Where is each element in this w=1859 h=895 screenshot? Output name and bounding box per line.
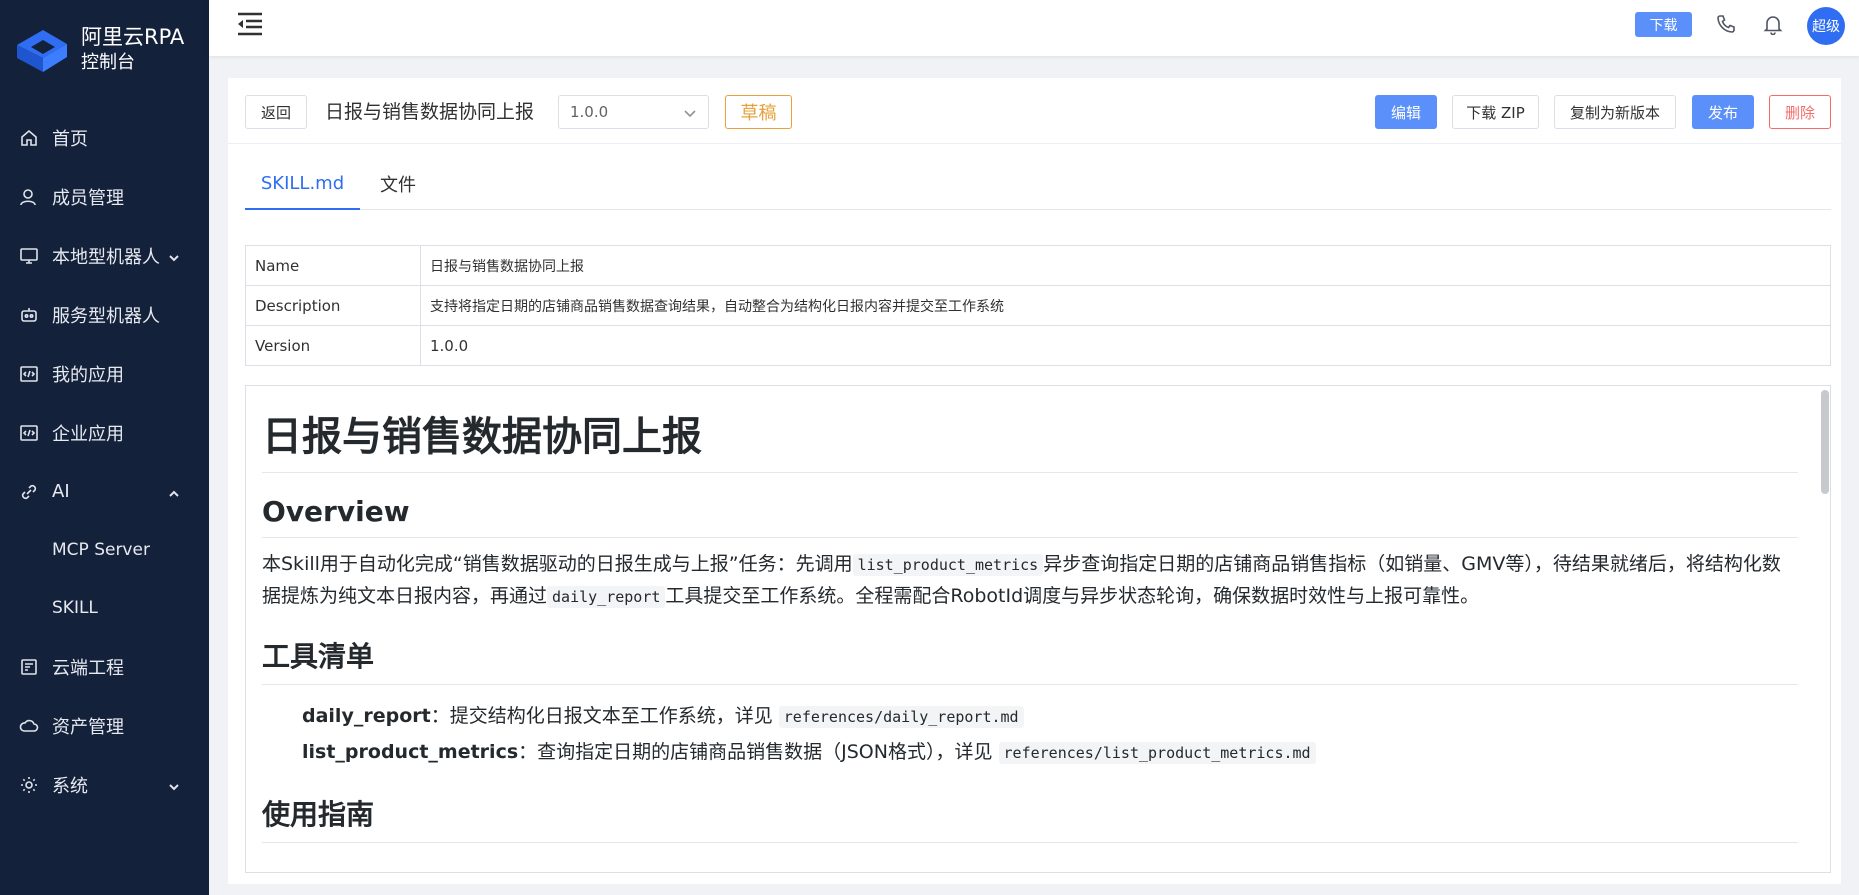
- chevron-up-icon: [167, 485, 181, 499]
- sidebar-item-enterprise-apps[interactable]: 企业应用: [0, 403, 209, 462]
- copy-new-version-button[interactable]: 复制为新版本: [1554, 95, 1676, 129]
- detail-toolbar: 返回 日报与销售数据协同上报 1.0.0 草稿 编辑 下载 ZIP 复制为新版本…: [228, 78, 1841, 144]
- doc-title: 日报与销售数据协同上报: [262, 404, 1798, 473]
- chevron-down-icon: [682, 105, 698, 121]
- tool-name: daily_report: [302, 705, 431, 727]
- sidebar-item-members[interactable]: 成员管理: [0, 167, 209, 226]
- sidebar-item-ai[interactable]: AI: [0, 462, 209, 521]
- guide-heading: 使用指南: [262, 793, 1798, 843]
- scrollbar-thumb[interactable]: [1821, 390, 1829, 494]
- robot-icon: [18, 304, 40, 326]
- chevron-down-icon: [167, 778, 181, 792]
- list-item: daily_report：提交结构化日报文本至工作系统，详见 reference…: [302, 699, 1798, 735]
- chevron-down-icon: [167, 249, 181, 263]
- sidebar-item-cloud-project[interactable]: 云端工程: [0, 637, 209, 696]
- sidebar-item-label: 本地型机器人: [52, 246, 160, 268]
- home-icon: [18, 127, 40, 149]
- sidebar-item-label: 系统: [52, 775, 88, 797]
- sidebar-item-label: 云端工程: [52, 657, 124, 679]
- overview-text: 工具提交至工作系统。全程需配合RobotId调度与异步状态轮询，确保数据时效性与…: [665, 585, 1480, 607]
- table-row: Name 日报与销售数据协同上报: [245, 245, 1831, 286]
- brand[interactable]: 阿里云RPA 控制台: [0, 0, 209, 100]
- sidebar-item-home[interactable]: 首页: [0, 108, 209, 167]
- tab-bar: SKILL.md 文件: [245, 158, 1831, 210]
- tools-list: daily_report：提交结构化日报文本至工作系统，详见 reference…: [262, 699, 1798, 771]
- sidebar-item-label: AI: [52, 481, 70, 502]
- overview-text: 本Skill用于自动化完成“销售数据驱动的日报生成与上报”任务：先调用: [262, 553, 853, 575]
- cloud-project-icon: [18, 656, 40, 678]
- edit-button[interactable]: 编辑: [1375, 95, 1437, 129]
- meta-key: Name: [245, 245, 421, 286]
- sidebar-item-system[interactable]: 系统: [0, 755, 209, 814]
- page-title: 日报与销售数据协同上报: [325, 101, 535, 123]
- version-select[interactable]: 1.0.0: [558, 95, 709, 129]
- download-zip-button[interactable]: 下载 ZIP: [1452, 95, 1539, 129]
- skill-detail-card: 返回 日报与销售数据协同上报 1.0.0 草稿 编辑 下载 ZIP 复制为新版本…: [228, 78, 1841, 884]
- metadata-table: Name 日报与销售数据协同上报 Description 支持将指定日期的店铺商…: [245, 245, 1831, 366]
- tab-skill-md[interactable]: SKILL.md: [245, 158, 360, 210]
- sidebar-item-service-robot[interactable]: 服务型机器人: [0, 285, 209, 344]
- sidebar-item-label: 首页: [52, 128, 88, 150]
- top-header: 下载 超级: [209, 0, 1859, 56]
- meta-key: Description: [245, 285, 421, 326]
- sidebar-item-local-robot[interactable]: 本地型机器人: [0, 226, 209, 285]
- sidebar-item-label: 企业应用: [52, 423, 124, 445]
- delete-button[interactable]: 删除: [1769, 95, 1831, 129]
- sidebar-menu: 首页 成员管理 本地型机器人 服务型机器人 我的应用 企业应用 AI MCP S…: [0, 108, 209, 814]
- meta-value: 日报与销售数据协同上报: [420, 245, 1831, 286]
- tools-heading: 工具清单: [262, 635, 1798, 685]
- inline-code: list_product_metrics: [852, 554, 1044, 576]
- inline-code: references/daily_report.md: [778, 706, 1024, 728]
- sidebar-item-label: 服务型机器人: [52, 305, 160, 327]
- version-select-value: 1.0.0: [570, 103, 609, 121]
- list-item: list_product_metrics：查询指定日期的店铺商品销售数据（JSO…: [302, 735, 1798, 771]
- gear-icon: [18, 774, 40, 796]
- publish-button[interactable]: 发布: [1692, 95, 1754, 129]
- user-icon: [18, 186, 40, 208]
- cloud-icon: [18, 715, 40, 737]
- monitor-icon: [18, 245, 40, 267]
- brand-title: 阿里云RPA: [81, 25, 185, 49]
- meta-key: Version: [245, 325, 421, 366]
- draft-status-badge: 草稿: [725, 95, 792, 129]
- sidebar: 阿里云RPA 控制台 首页 成员管理 本地型机器人 服务型机器人 我的应用 企业…: [0, 0, 209, 895]
- table-row: Version 1.0.0: [245, 325, 1831, 366]
- sidebar-item-mcp-server[interactable]: MCP Server: [0, 521, 209, 579]
- sidebar-item-my-apps[interactable]: 我的应用: [0, 344, 209, 403]
- sidebar-item-skill[interactable]: SKILL: [0, 579, 209, 637]
- tool-name: list_product_metrics: [302, 741, 519, 763]
- tab-files[interactable]: 文件: [380, 158, 416, 210]
- brand-subtitle: 控制台: [81, 52, 135, 73]
- sidebar-item-label: 成员管理: [52, 187, 124, 209]
- avatar[interactable]: 超级: [1807, 7, 1845, 45]
- tool-desc: ：提交结构化日报文本至工作系统，详见: [430, 705, 773, 727]
- bell-icon[interactable]: [1762, 13, 1784, 36]
- inline-code: references/list_product_metrics.md: [998, 742, 1316, 764]
- overview-paragraph: 本Skill用于自动化完成“销售数据驱动的日报生成与上报”任务：先调用 list_…: [262, 549, 1798, 613]
- link-icon: [18, 481, 40, 503]
- markdown-content: 日报与销售数据协同上报 Overview 本Skill用于自动化完成“销售数据驱…: [246, 386, 1814, 843]
- overview-heading: Overview: [262, 495, 1798, 538]
- code-icon: [18, 363, 40, 385]
- meta-value: 1.0.0: [420, 325, 1831, 366]
- markdown-preview[interactable]: 日报与销售数据协同上报 Overview 本Skill用于自动化完成“销售数据驱…: [245, 385, 1831, 873]
- inline-code: daily_report: [547, 586, 666, 608]
- menu-collapse-icon[interactable]: [235, 10, 265, 38]
- code-icon: [18, 422, 40, 444]
- sidebar-item-label: 我的应用: [52, 364, 124, 386]
- meta-value: 支持将指定日期的店铺商品销售数据查询结果，自动整合为结构化日报内容并提交至工作系…: [420, 285, 1831, 326]
- download-button[interactable]: 下载: [1635, 12, 1692, 37]
- tool-desc: ：查询指定日期的店铺商品销售数据（JSON格式），详见: [518, 741, 993, 763]
- back-button[interactable]: 返回: [245, 95, 307, 129]
- sidebar-item-assets[interactable]: 资产管理: [0, 696, 209, 755]
- phone-icon[interactable]: [1715, 13, 1737, 35]
- sidebar-item-label: 资产管理: [52, 716, 124, 738]
- aliyun-logo-icon: [17, 30, 67, 72]
- table-row: Description 支持将指定日期的店铺商品销售数据查询结果，自动整合为结构…: [245, 285, 1831, 326]
